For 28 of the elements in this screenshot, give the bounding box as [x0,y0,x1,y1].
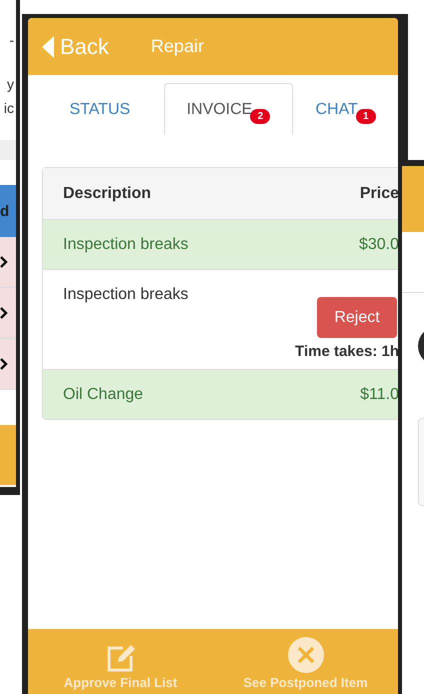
time-estimate: Time takes: 1h [295,343,398,360]
text-fragment: - [9,32,14,48]
column-heading: Price [360,184,398,202]
list-row[interactable] [0,237,16,288]
reject-button[interactable]: Reject [317,297,397,338]
column-heading: Description [63,184,152,202]
list-row[interactable] [0,339,16,390]
screen-title: Repair [150,36,204,57]
price-cell: $30.0 [358,236,398,254]
back-arrow-icon [42,36,54,58]
table-cell: Inspection breaks [63,236,188,254]
table-cell: Inspection breaks [63,286,188,304]
price-cell: $11.0 [360,386,398,404]
close-icon [288,637,324,673]
text-fragment: ic [4,100,14,116]
list-row[interactable] [0,288,16,339]
edit-icon [106,643,136,673]
count-badge: 1 [356,109,376,124]
chevron-icon [0,307,8,319]
tab[interactable]: INVOICE 2 [164,83,294,135]
table-cell: Oil Change [63,386,144,404]
chevron-icon [0,256,8,268]
text-fragment: y [7,76,14,92]
chevron-icon [0,358,8,370]
column-heading: d [0,202,10,220]
count-badge: 2 [250,109,270,124]
header-bar [402,166,424,232]
footer-bar [0,425,16,485]
